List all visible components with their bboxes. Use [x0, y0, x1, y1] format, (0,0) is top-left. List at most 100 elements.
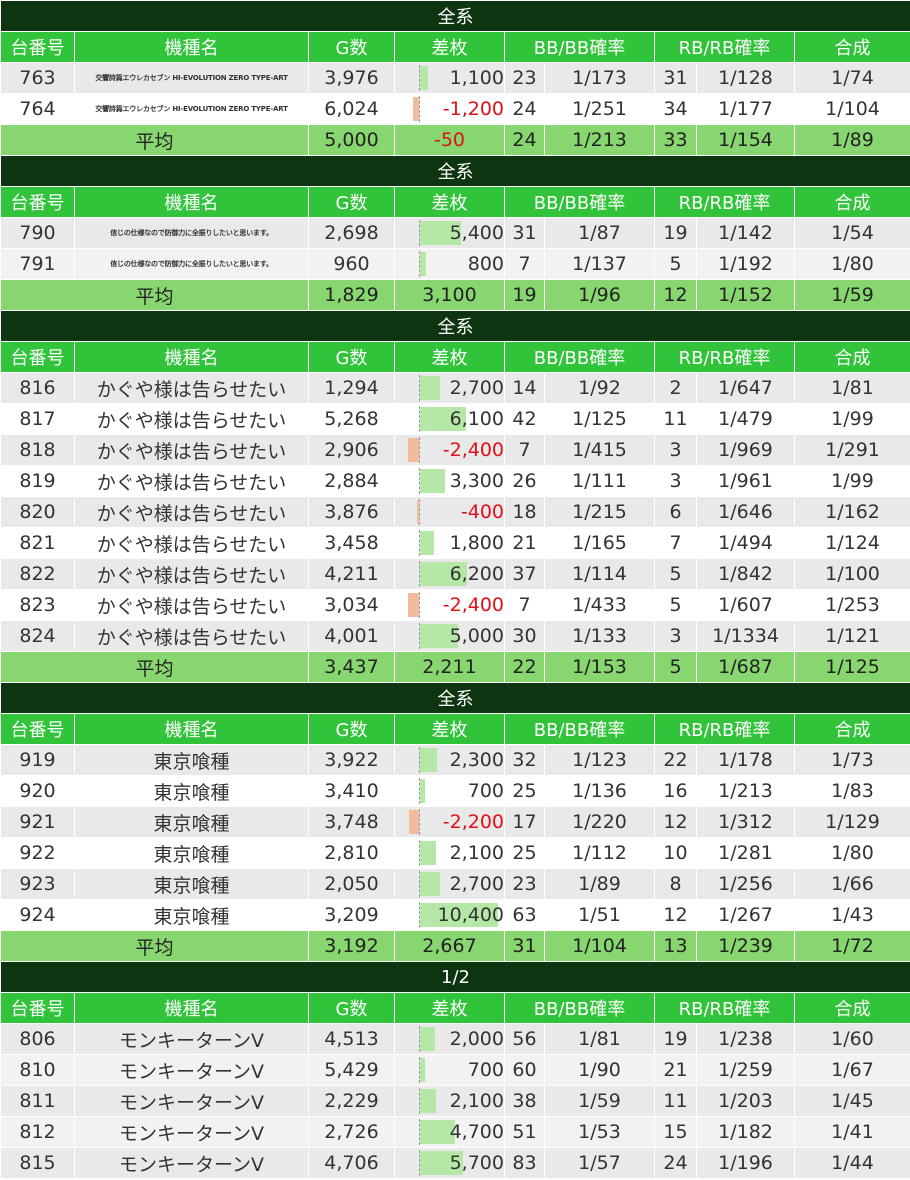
diff-cell: -400: [394, 496, 505, 528]
combined-rate: 1/129: [793, 806, 910, 838]
average-label: 平均: [0, 930, 309, 962]
table-row: 923 東京喰種 2,050 2,700 23 1/89 8 1/256 1/66: [0, 868, 910, 900]
col-header-games: G数: [308, 341, 395, 373]
col-header-bb: BB/BB確率: [504, 713, 655, 745]
rb-rate: 1/213: [696, 775, 795, 807]
combined-rate: 1/66: [793, 868, 910, 900]
diff-bar: [420, 779, 425, 803]
diff-value: 6,200: [449, 563, 504, 585]
diff-bar: [420, 252, 426, 276]
section-title-row: 全系: [0, 0, 910, 32]
diff-axis-line: [419, 499, 420, 525]
game-count: 2,906: [308, 434, 395, 466]
col-header-machine: 機種名: [74, 341, 309, 373]
average-label: 平均: [0, 124, 309, 156]
rb-count: 3: [654, 620, 697, 652]
diff-cell: 6,100: [394, 403, 505, 435]
col-header-machine: 機種名: [74, 992, 309, 1024]
rb-count: 34: [654, 93, 697, 125]
diff-bar: [417, 500, 419, 524]
rb-count: 11: [654, 1085, 697, 1117]
table-row: 763 交響詩篇エウレカセブン HI-EVOLUTION ZERO TYPE-AR…: [0, 62, 910, 94]
bb-count: 30: [504, 620, 545, 652]
rb-count: 21: [654, 1054, 697, 1086]
rb-count: 31: [654, 62, 697, 94]
diff-cell: 2,700: [394, 868, 505, 900]
diff-value: 1,800: [449, 532, 504, 554]
col-header-total: 合成: [793, 713, 910, 745]
diff-value: 4,700: [449, 1121, 504, 1143]
rb-count: 19: [654, 1023, 697, 1055]
bb-rate: 1/215: [544, 496, 655, 528]
table-row: 818 かぐや様は告らせたい 2,906 -2,400 7 1/415 3 1/969 1/29…: [0, 434, 910, 466]
diff-value: 700: [467, 1059, 504, 1081]
diff-value: 2,300: [449, 749, 504, 771]
rb-rate: 1/607: [696, 589, 795, 621]
diff-value: 2,000: [449, 1028, 504, 1050]
section-title-row: 全系: [0, 310, 910, 342]
machine-number: 923: [0, 868, 75, 900]
table-row: 811 モンキーターンV 2,229 2,100 38 1/59 11 1/203 1/45: [0, 1085, 910, 1117]
col-header-diff: 差枚: [394, 992, 505, 1024]
col-header-games: G数: [308, 31, 395, 63]
game-count: 5,429: [308, 1054, 395, 1086]
bb-rate: 1/137: [544, 248, 655, 280]
machine-number: 924: [0, 899, 75, 931]
table-row: 823 かぐや様は告らせたい 3,034 -2,400 7 1/433 5 1/607 1/25…: [0, 589, 910, 621]
diff-value: 2,700: [449, 873, 504, 895]
game-count: 3,458: [308, 527, 395, 559]
avg-diff: 2,211: [394, 651, 505, 683]
section-title: 1/2: [0, 961, 910, 993]
avg-rb-count: 33: [654, 124, 697, 156]
bb-rate: 1/125: [544, 403, 655, 435]
game-count: 4,706: [308, 1147, 395, 1179]
col-header-bb: BB/BB確率: [504, 186, 655, 218]
game-count: 2,726: [308, 1116, 395, 1148]
avg-diff: 3,100: [394, 279, 505, 311]
combined-rate: 1/253: [793, 589, 910, 621]
rb-count: 5: [654, 589, 697, 621]
col-header-number: 台番号: [0, 341, 75, 373]
bb-count: 21: [504, 527, 545, 559]
rb-count: 11: [654, 403, 697, 435]
rb-rate: 1/238: [696, 1023, 795, 1055]
machine-number: 763: [0, 62, 75, 94]
rb-rate: 1/177: [696, 93, 795, 125]
diff-cell: 700: [394, 1054, 505, 1086]
rb-rate: 1/961: [696, 465, 795, 497]
avg-bb-rate: 1/213: [544, 124, 655, 156]
bb-rate: 1/89: [544, 868, 655, 900]
bb-count: 25: [504, 775, 545, 807]
machine-name: かぐや様は告らせたい: [74, 434, 309, 466]
avg-bb-count: 22: [504, 651, 545, 683]
col-header-bb: BB/BB確率: [504, 992, 655, 1024]
average-row: 平均 1,829 3,100 19 1/96 12 1/152 1/59: [0, 279, 910, 311]
avg-combined-rate: 1/72: [793, 930, 910, 962]
col-header-total: 合成: [793, 186, 910, 218]
game-count: 2,229: [308, 1085, 395, 1117]
diff-cell: 5,700: [394, 1147, 505, 1179]
game-count: 3,209: [308, 899, 395, 931]
combined-rate: 1/60: [793, 1023, 910, 1055]
bb-rate: 1/165: [544, 527, 655, 559]
col-header-number: 台番号: [0, 992, 75, 1024]
rb-rate: 1/479: [696, 403, 795, 435]
combined-rate: 1/83: [793, 775, 910, 807]
diff-value: 5,700: [449, 1152, 504, 1174]
avg-bb-rate: 1/96: [544, 279, 655, 311]
col-header-number: 台番号: [0, 713, 75, 745]
bb-rate: 1/92: [544, 372, 655, 404]
rb-rate: 1/969: [696, 434, 795, 466]
diff-value: -2,400: [442, 439, 504, 461]
table-row: 790 信じの仕様なので防御力に全振りしたいと思います。 2,698 5,400 31 1…: [0, 217, 910, 249]
table-row: 810 モンキーターンV 5,429 700 60 1/90 21 1/259 1/67: [0, 1054, 910, 1086]
avg-game-count: 1,829: [308, 279, 395, 311]
bb-count: 7: [504, 589, 545, 621]
bb-rate: 1/51: [544, 899, 655, 931]
diff-cell: 3,300: [394, 465, 505, 497]
rb-count: 2: [654, 372, 697, 404]
rb-count: 3: [654, 465, 697, 497]
diff-value: -2,200: [442, 811, 504, 833]
average-label: 平均: [0, 651, 309, 683]
rb-count: 22: [654, 744, 697, 776]
